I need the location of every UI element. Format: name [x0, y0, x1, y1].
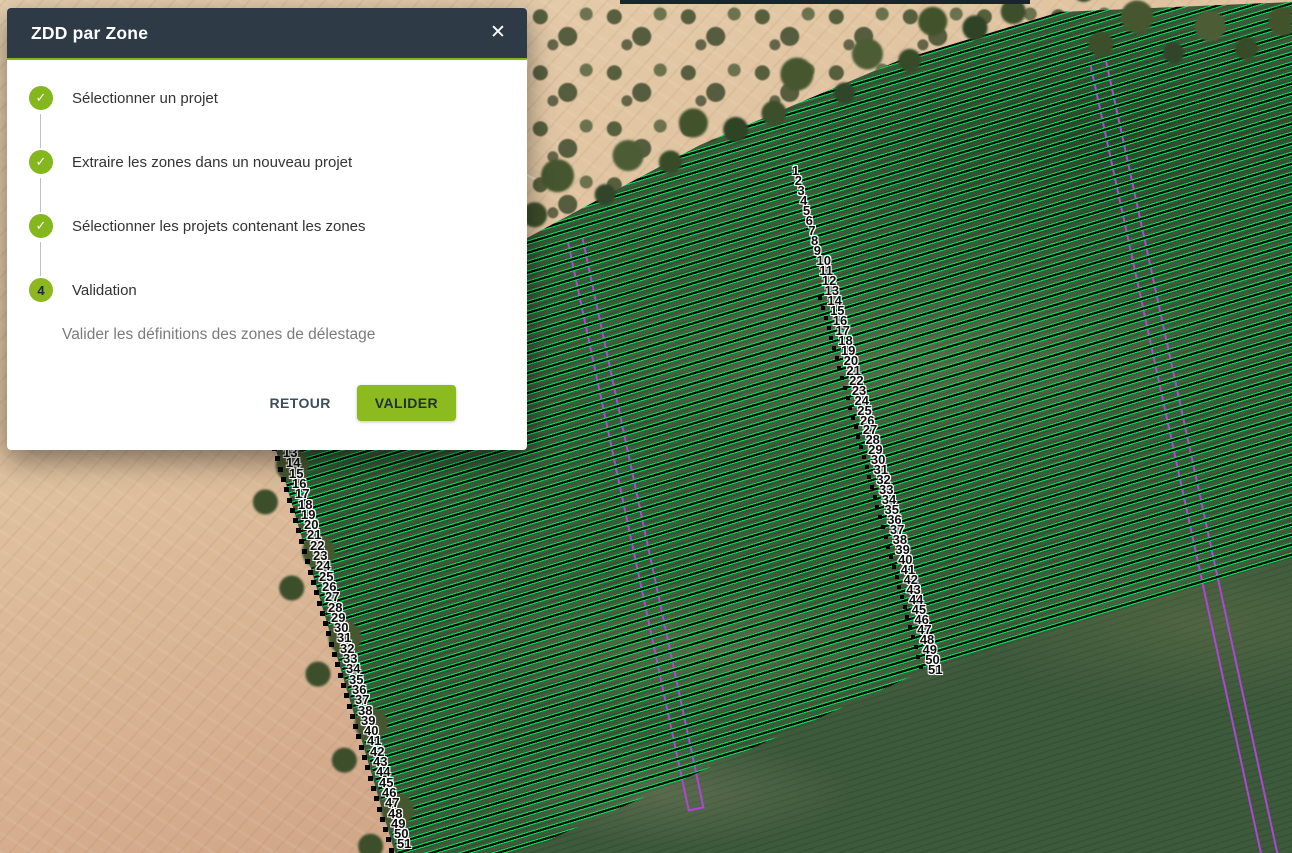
header-accent-line — [7, 58, 527, 60]
dialog-header: ZDD par Zone ✕ — [7, 8, 527, 58]
step-connector — [40, 114, 41, 148]
dialog-actions: RETOUR VALIDER — [260, 385, 456, 421]
app-window: 1234567891011121314151617181920212223242… — [0, 0, 1292, 853]
valider-button[interactable]: VALIDER — [357, 385, 456, 421]
dialog-title: ZDD par Zone — [31, 8, 148, 58]
zdd-dialog: ZDD par Zone ✕ ✓ Sélectionner un projet … — [7, 8, 527, 450]
check-icon: ✓ — [29, 150, 53, 174]
validation-description: Valider les définitions des zones de dél… — [62, 326, 492, 344]
step-label: Sélectionner un projet — [72, 90, 218, 107]
step-label: Validation — [72, 282, 137, 299]
step-number-badge: 4 — [29, 278, 53, 302]
step-select-project: ✓ Sélectionner un projet — [29, 86, 218, 110]
check-icon: ✓ — [29, 86, 53, 110]
step-connector — [40, 242, 41, 276]
step-label: Extraire les zones dans un nouveau proje… — [72, 154, 352, 171]
close-icon[interactable]: ✕ — [486, 21, 510, 45]
map-dark-strip — [620, 0, 1030, 4]
step-select-zone-projects: ✓ Sélectionner les projets contenant les… — [29, 214, 366, 238]
step-extract-zones: ✓ Extraire les zones dans un nouveau pro… — [29, 150, 352, 174]
step-connector — [40, 178, 41, 212]
retour-button[interactable]: RETOUR — [260, 387, 341, 419]
check-icon: ✓ — [29, 214, 53, 238]
step-label: Sélectionner les projets contenant les z… — [72, 218, 366, 235]
step-validation: 4 Validation — [29, 278, 137, 302]
